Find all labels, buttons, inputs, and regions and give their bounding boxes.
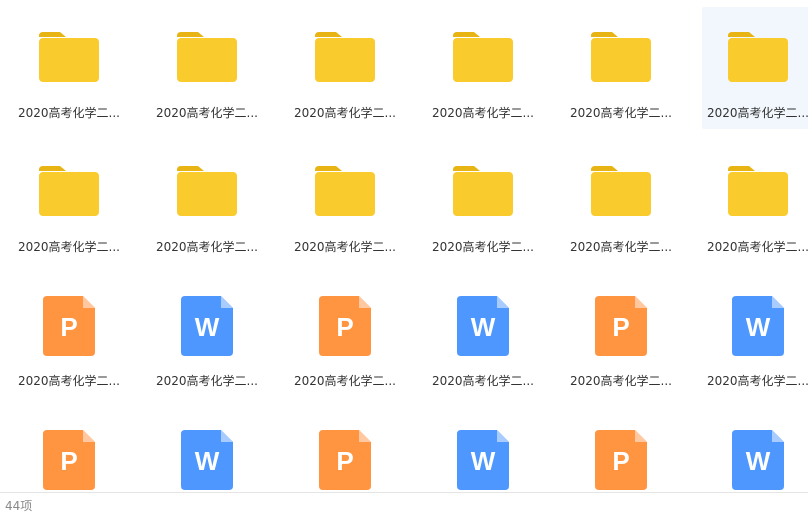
file-type-letter: W xyxy=(745,446,771,476)
word-file-icon: W xyxy=(181,430,233,492)
file-type-letter: P xyxy=(612,312,630,342)
word-file-icon: W xyxy=(732,430,784,492)
folder-icon xyxy=(728,32,788,86)
file-type-letter: P xyxy=(336,312,354,342)
powerpoint-file-icon: P xyxy=(595,430,647,492)
file-item[interactable]: P xyxy=(13,409,125,492)
folder-item[interactable]: 2020高考化学二... xyxy=(13,7,125,129)
folder-icon xyxy=(39,166,99,220)
folder-icon xyxy=(728,166,788,220)
file-name-label: 2020高考化学二... xyxy=(294,240,396,254)
folder-icon xyxy=(177,32,237,86)
folder-item[interactable]: 2020高考化学二... xyxy=(151,7,263,129)
file-name-label: 2020高考化学二... xyxy=(570,240,672,254)
word-file-icon: W xyxy=(181,296,233,360)
file-type-letter: W xyxy=(745,312,771,342)
folder-icon xyxy=(453,32,513,86)
word-file-icon: W xyxy=(457,430,509,492)
file-item[interactable]: W xyxy=(702,409,808,492)
file-name-label: 2020高考化学二... xyxy=(707,106,808,120)
powerpoint-file-icon: P xyxy=(319,296,371,360)
file-type-letter: W xyxy=(470,312,496,342)
file-name-label: 2020高考化学二... xyxy=(432,240,534,254)
file-name-label: 2020高考化学二... xyxy=(432,374,534,388)
file-type-letter: W xyxy=(194,446,220,476)
file-name-label: 2020高考化学二... xyxy=(570,374,672,388)
file-name-label: 2020高考化学二... xyxy=(156,240,258,254)
powerpoint-file-icon: P xyxy=(43,430,95,492)
file-grid: 2020高考化学二... 2020高考化学二... 2020高考化学二... 2020… xyxy=(0,0,808,492)
file-name-label: 2020高考化学二... xyxy=(570,106,672,120)
folder-item[interactable]: 2020高考化学二... xyxy=(151,141,263,263)
file-name-label: 2020高考化学二... xyxy=(294,106,396,120)
folder-item[interactable]: 2020高考化学二... xyxy=(702,7,808,129)
file-item[interactable]: P 2020高考化学二... xyxy=(289,275,401,397)
folder-item[interactable]: 2020高考化学二... xyxy=(427,7,539,129)
file-name-label: 2020高考化学二... xyxy=(294,374,396,388)
file-name-label: 2020高考化学二... xyxy=(18,240,120,254)
file-item[interactable]: W xyxy=(427,409,539,492)
file-type-letter: P xyxy=(612,446,630,476)
file-item[interactable]: W 2020高考化学二... xyxy=(151,275,263,397)
file-type-letter: P xyxy=(336,446,354,476)
folder-icon xyxy=(591,32,651,86)
file-item[interactable]: P 2020高考化学二... xyxy=(13,275,125,397)
file-name-label: 2020高考化学二... xyxy=(707,374,808,388)
powerpoint-file-icon: P xyxy=(43,296,95,360)
item-count: 44项 xyxy=(5,499,33,513)
folder-item[interactable]: 2020高考化学二... xyxy=(702,141,808,263)
powerpoint-file-icon: P xyxy=(595,296,647,360)
word-file-icon: W xyxy=(457,296,509,360)
status-bar: 44项 xyxy=(0,492,808,516)
file-item[interactable]: W 2020高考化学二... xyxy=(427,275,539,397)
file-item[interactable]: P xyxy=(565,409,677,492)
file-type-letter: W xyxy=(194,312,220,342)
file-item[interactable]: P xyxy=(289,409,401,492)
file-name-label: 2020高考化学二... xyxy=(432,106,534,120)
folder-icon xyxy=(591,166,651,220)
file-name-label: 2020高考化学二... xyxy=(18,374,120,388)
file-type-letter: W xyxy=(470,446,496,476)
folder-icon xyxy=(39,32,99,86)
folder-icon xyxy=(177,166,237,220)
folder-item[interactable]: 2020高考化学二... xyxy=(289,141,401,263)
file-item[interactable]: P 2020高考化学二... xyxy=(565,275,677,397)
folder-icon xyxy=(315,32,375,86)
folder-item[interactable]: 2020高考化学二... xyxy=(13,141,125,263)
folder-icon xyxy=(315,166,375,220)
folder-icon xyxy=(453,166,513,220)
word-file-icon: W xyxy=(732,296,784,360)
file-name-label: 2020高考化学二... xyxy=(156,106,258,120)
file-name-label: 2020高考化学二... xyxy=(707,240,808,254)
file-type-letter: P xyxy=(60,312,78,342)
folder-item[interactable]: 2020高考化学二... xyxy=(289,7,401,129)
folder-item[interactable]: 2020高考化学二... xyxy=(565,141,677,263)
folder-item[interactable]: 2020高考化学二... xyxy=(427,141,539,263)
file-type-letter: P xyxy=(60,446,78,476)
file-name-label: 2020高考化学二... xyxy=(156,374,258,388)
file-item[interactable]: W xyxy=(151,409,263,492)
powerpoint-file-icon: P xyxy=(319,430,371,492)
file-item[interactable]: W 2020高考化学二... xyxy=(702,275,808,397)
file-name-label: 2020高考化学二... xyxy=(18,106,120,120)
folder-item[interactable]: 2020高考化学二... xyxy=(565,7,677,129)
